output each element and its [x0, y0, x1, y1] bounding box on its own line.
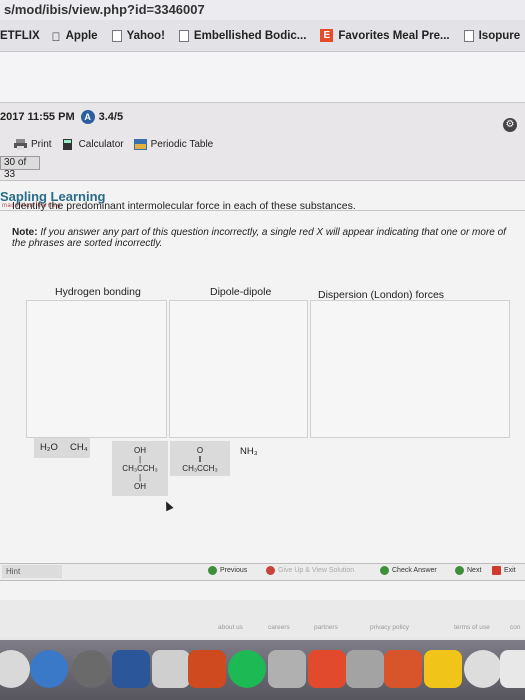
link-careers[interactable]: careers [268, 624, 290, 631]
link-privacy-policy[interactable]: privacy policy [370, 624, 409, 631]
photo-booth-icon[interactable] [308, 650, 346, 688]
outlook-icon[interactable] [188, 650, 226, 688]
calculator-icon [62, 138, 72, 150]
apple-icon:  [52, 30, 61, 44]
link-terms-of-use[interactable]: terms of use [454, 624, 490, 631]
item-ketone[interactable]: O ‖ CH₃CCH₃ [170, 446, 230, 473]
footer-links-area [0, 600, 525, 638]
blank-banner [0, 52, 525, 102]
item-nh3[interactable]: NH₃ [240, 446, 258, 457]
bookmark-yahoo-label: Yahoo! [117, 29, 165, 42]
check-answer-button[interactable]: Check Answer [380, 566, 437, 575]
page-icon [178, 29, 189, 42]
bookmark-yahoo[interactable]: Yahoo! [111, 29, 165, 42]
ketone-bond: ‖ [198, 455, 202, 464]
system-preferences-icon[interactable] [72, 650, 110, 688]
link-about-us[interactable]: about us [218, 624, 243, 631]
give-up-icon [266, 566, 275, 575]
next-label: Next [467, 567, 482, 574]
check-label: Check Answer [392, 567, 437, 574]
toolbar: Print Calculator Periodic Table [0, 134, 525, 154]
question-pager[interactable]: 30 of 33 [0, 156, 40, 180]
address-bar[interactable]: s/mod/ibis/view.php?id=3346007 [0, 0, 525, 20]
item-alcohol[interactable]: OH | CH₃CCH₃ | OH [112, 446, 168, 491]
bookmarks-bar: ETFLIX  Apple Yahoo! Embellished Bodic.… [0, 20, 525, 52]
print-button[interactable]: Print [14, 138, 52, 150]
drop-zone-hydrogen-bonding[interactable] [26, 300, 167, 438]
calendar-icon[interactable] [152, 650, 190, 688]
next-arrow-icon [455, 566, 464, 575]
periodic-table-icon [133, 138, 147, 150]
exit-label: Exit [504, 567, 516, 574]
exit-icon [492, 566, 501, 575]
periodic-table-label: Periodic Table [150, 138, 214, 150]
bookmark-isopure-label: Isopure [469, 29, 521, 42]
drop-zone-dispersion[interactable] [310, 300, 510, 438]
e-brand-icon: E [320, 29, 334, 42]
alcohol-mid: CH₃CCH₃ [122, 464, 158, 473]
hint-button[interactable]: Hint [2, 565, 62, 578]
bookmark-embellished[interactable]: Embellished Bodic... [178, 29, 306, 42]
word-icon[interactable] [112, 650, 150, 688]
note-label: Note: [12, 227, 38, 238]
alcohol-bot: OH [134, 482, 146, 491]
calculator-button[interactable]: Calculator [62, 138, 124, 150]
page-icon [463, 29, 474, 42]
bookmark-favorites[interactable]: E Favorites Meal Pre... [320, 29, 450, 42]
ketone-mid: CH₃CCH₃ [182, 464, 218, 473]
sticky-notes-icon[interactable] [424, 650, 462, 688]
printer-icon [14, 138, 27, 150]
question-note: Note: If you answer any part of this que… [12, 227, 517, 249]
bin-label-hydrogen-bonding: Hydrogen bonding [55, 286, 141, 298]
calculator-label: Calculator [78, 138, 124, 150]
print-label: Print [31, 138, 52, 150]
bookmark-favorites-label: Favorites Meal Pre... [329, 29, 449, 42]
exit-button[interactable]: Exit [492, 566, 516, 575]
alcohol-bond: | [138, 455, 142, 464]
timestamp: 2017 11:55 PM [0, 111, 75, 123]
bookmark-apple-label: Apple [56, 29, 98, 42]
periodic-table-button[interactable]: Periodic Table [133, 138, 214, 150]
spotify-icon[interactable] [228, 650, 266, 688]
bookmark-isopure[interactable]: Isopure [463, 29, 521, 42]
photos-icon[interactable] [500, 650, 525, 688]
bin-label-dipole-dipole: Dipole-dipole [210, 286, 272, 298]
app-store-icon[interactable] [30, 650, 68, 688]
ketone-top: O [196, 446, 204, 455]
item-ch4[interactable]: CH₄ [70, 442, 88, 453]
powerpoint-icon[interactable] [384, 650, 422, 688]
safari-icon[interactable] [464, 650, 502, 688]
give-up-label: Give Up & View Solution [278, 567, 355, 574]
bookmark-embellished-label: Embellished Bodic... [184, 29, 306, 42]
item-h2o[interactable]: H₂O [40, 442, 58, 453]
alcohol-bond: | [138, 473, 142, 482]
divider [0, 102, 525, 103]
question-prompt: Identify the predominant intermolecular … [12, 200, 356, 212]
preview-icon[interactable] [268, 650, 306, 688]
gear-icon[interactable]: ⚙ [503, 118, 517, 132]
previous-label: Previous [220, 567, 248, 574]
previous-button[interactable]: Previous [208, 566, 247, 575]
give-up-button[interactable]: Give Up & View Solution [266, 566, 354, 575]
check-icon [380, 566, 389, 575]
next-button[interactable]: Next [455, 566, 481, 575]
bookmark-apple[interactable]:  Apple [52, 29, 98, 44]
alcohol-top: OH [134, 446, 146, 455]
bookmark-netflix-label: ETFLIX [0, 29, 40, 42]
previous-arrow-icon [208, 566, 217, 575]
drop-zone-dipole-dipole[interactable] [169, 300, 308, 438]
grade-badge-icon: A [80, 110, 95, 124]
bookmark-netflix[interactable]: ETFLIX [0, 30, 40, 42]
link-partners[interactable]: partners [314, 624, 338, 631]
question-footer [0, 563, 525, 581]
note-text: If you answer any part of this question … [12, 227, 506, 249]
assignment-info: 2017 11:55 PM A 3.4/5 [0, 106, 525, 128]
page-icon [111, 29, 122, 42]
link-contact[interactable]: con [510, 624, 520, 631]
score: 3.4/5 [98, 111, 124, 123]
notes-icon[interactable] [346, 650, 384, 688]
